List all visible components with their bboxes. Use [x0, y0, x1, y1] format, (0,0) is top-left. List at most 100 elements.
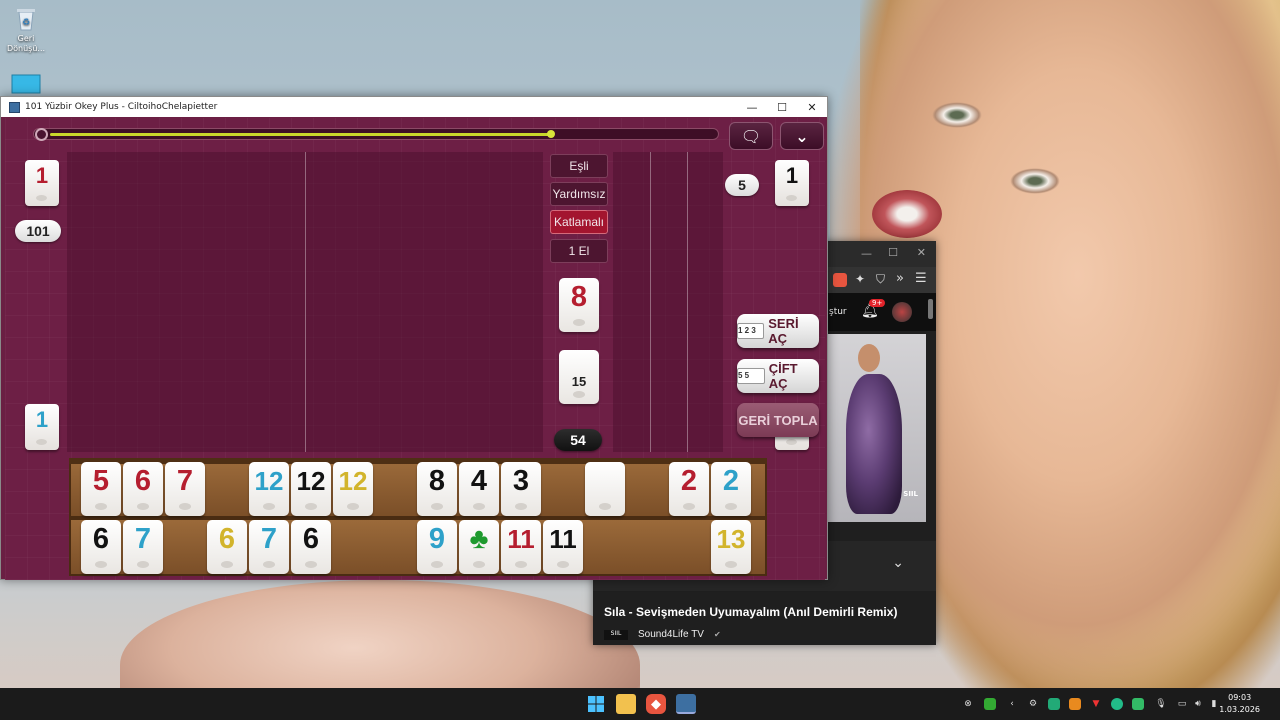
channel-row: SIIL Sound4Life TV ✔	[604, 629, 721, 640]
scrollbar[interactable]	[928, 299, 933, 319]
hamburger-menu-icon[interactable]: ☰	[915, 271, 927, 286]
rack-top-tile[interactable]: 7	[165, 462, 205, 516]
more-extensions-icon[interactable]: »	[896, 271, 904, 286]
rack-bottom-tile[interactable]: 7	[249, 520, 289, 574]
mode-esli[interactable]: Eşli	[550, 154, 608, 178]
tray-app-icon[interactable]	[1069, 698, 1081, 710]
system-clock[interactable]: 09:03 1.03.2026	[1219, 692, 1260, 716]
desktop-icon-recycle-bin[interactable]: ♻ Geri Dönüşü...	[4, 6, 48, 54]
cift-ac-button[interactable]: 5 5 ÇİFT AÇ	[737, 359, 819, 393]
windows-icon	[588, 696, 604, 712]
shield-icon[interactable]: ⛉	[876, 272, 885, 287]
rack-bottom-tile[interactable]: 6	[81, 520, 121, 574]
rack-top-tile[interactable]: 12	[249, 462, 289, 516]
mode-yardimsiz[interactable]: Yardımsız	[550, 182, 608, 206]
desktop-icon-monitor[interactable]	[4, 74, 48, 98]
clock-time: 09:03	[1228, 693, 1252, 702]
battery-icon[interactable]: ▮	[1208, 698, 1220, 710]
tray-app-icon[interactable]	[1048, 698, 1060, 710]
game-window[interactable]: 101 Yüzbir Okey Plus - CiltoihoChelapiet…	[0, 96, 828, 580]
table-divider	[650, 152, 651, 452]
seri-ac-label: SERİ AÇ	[768, 316, 799, 346]
microphone-icon[interactable]: 🎙︎	[1155, 698, 1167, 710]
rack-bottom-tile[interactable]: 9	[417, 520, 457, 574]
timer-progress	[50, 133, 551, 136]
tray-arrow-icon[interactable]: ‹	[1006, 698, 1018, 710]
app-icon	[9, 101, 20, 113]
maximize-button[interactable]: ☐	[767, 97, 797, 117]
rack-top-tile[interactable]: 2	[711, 462, 751, 516]
draw-pile-tile[interactable]: 15	[559, 350, 599, 404]
okey-game-icon[interactable]	[676, 694, 696, 714]
rack-top-tile[interactable]	[585, 462, 625, 516]
rack-bottom-tile[interactable]: 6	[291, 520, 331, 574]
mode-1-el[interactable]: 1 El	[550, 239, 608, 263]
tray-steam-icon[interactable]: ⚙	[1027, 698, 1039, 710]
chevron-down-icon[interactable]: ⌄	[892, 555, 904, 571]
window-titlebar[interactable]: 101 Yüzbir Okey Plus - CiltoihoChelapiet…	[1, 97, 827, 117]
extension-icon[interactable]	[833, 273, 847, 287]
chat-icon: 🗨︎	[740, 126, 762, 146]
deck-count-badge: 54	[554, 429, 602, 451]
minimize-button[interactable]: —	[737, 97, 767, 117]
tray-security-icon[interactable]	[1132, 698, 1144, 710]
notification-badge: 9+	[869, 299, 886, 307]
geri-topla-label: GERİ TOPLA	[738, 412, 818, 428]
volume-icon[interactable]: 🔊︎	[1192, 698, 1204, 710]
right-player-tile[interactable]: 1	[775, 160, 809, 206]
left-bottom-tile[interactable]: 1	[25, 404, 59, 450]
rack-top-tile[interactable]: 8	[417, 462, 457, 516]
rack-bottom-tile[interactable]: 11	[543, 520, 583, 574]
rack-bottom-tile[interactable]: 6	[207, 520, 247, 574]
rack-top-tile[interactable]: 4	[459, 462, 499, 516]
tray-app-icon[interactable]	[1111, 698, 1123, 710]
start-button[interactable]	[586, 694, 606, 714]
minimize-icon[interactable]: —	[861, 247, 872, 260]
clock-date: 1.03.2026	[1219, 705, 1260, 714]
rack-bottom-tile[interactable]: 7	[123, 520, 163, 574]
left-player-tile[interactable]: 1	[25, 160, 59, 206]
window-title: 101 Yüzbir Okey Plus - CiltoihoChelapiet…	[25, 102, 218, 112]
network-icon[interactable]: ▭	[1176, 698, 1188, 710]
indicator-tile: 8	[559, 278, 599, 332]
rack-top-tile[interactable]: 2	[669, 462, 709, 516]
rack-top-tile[interactable]: 6	[123, 462, 163, 516]
video-thumbnail[interactable]: SIIL	[828, 334, 926, 522]
rack-bottom-tile[interactable]: 11	[501, 520, 541, 574]
puzzle-icon[interactable]: ✦	[855, 272, 865, 286]
recycle-bin-icon: ♻	[17, 9, 35, 31]
brave-browser-icon[interactable]: ◆	[646, 694, 666, 714]
rack-top-tile[interactable]: 12	[333, 462, 373, 516]
cift-ac-label: ÇİFT AÇ	[768, 361, 798, 391]
tray-app-icon[interactable]: ▼	[1090, 698, 1102, 710]
chevron-down-icon: ⌄	[795, 126, 809, 146]
rack-top-tile[interactable]: 12	[291, 462, 331, 516]
tray-nvidia-icon[interactable]	[984, 698, 996, 710]
rack-bottom-tile[interactable]: ♣	[459, 520, 499, 574]
channel-avatar[interactable]: SIIL	[604, 629, 628, 640]
cards-icon: 1 2 3	[737, 323, 765, 339]
rack-top-tile[interactable]: 5	[81, 462, 121, 516]
table-divider	[305, 152, 306, 452]
chat-button[interactable]: 🗨︎	[729, 122, 773, 150]
maximize-icon[interactable]: ☐	[888, 246, 898, 259]
channel-name[interactable]: Sound4Life TV	[638, 629, 704, 640]
create-button-label[interactable]: ştur	[829, 307, 847, 317]
menu-button[interactable]: ⌄	[780, 122, 824, 150]
rack-top-tile[interactable]: 3	[501, 462, 541, 516]
rack-bottom-tile[interactable]: 13	[711, 520, 751, 574]
game-table: 🗨︎ ⌄ 1 101 1 5 1 2 Eşli Yardımsız Katlam…	[5, 118, 825, 580]
close-icon[interactable]: ✕	[917, 246, 926, 259]
desktop-icon-label: Geri Dönüşü...	[6, 34, 46, 53]
geri-topla-button[interactable]: GERİ TOPLA	[737, 403, 819, 437]
close-button[interactable]: ✕	[797, 97, 827, 117]
discard-area-right	[613, 152, 723, 452]
mode-katlamali[interactable]: Katlamalı	[550, 210, 608, 234]
svg-text:♻: ♻	[22, 18, 30, 28]
seri-ac-button[interactable]: 1 2 3 SERİ AÇ	[737, 314, 819, 348]
avatar[interactable]	[892, 302, 912, 322]
tray-app-icon[interactable]: ⊗	[962, 698, 974, 710]
taskbar: ◆ ⊗ ‹ ⚙ ▼ 🎙︎ ▭ 🔊︎ ▮ 09:03 1.03.2026	[0, 688, 1280, 720]
video-title[interactable]: Sıla - Sevişmeden Uyumayalım (Anıl Demir…	[604, 605, 924, 619]
file-explorer-icon[interactable]	[616, 694, 636, 714]
